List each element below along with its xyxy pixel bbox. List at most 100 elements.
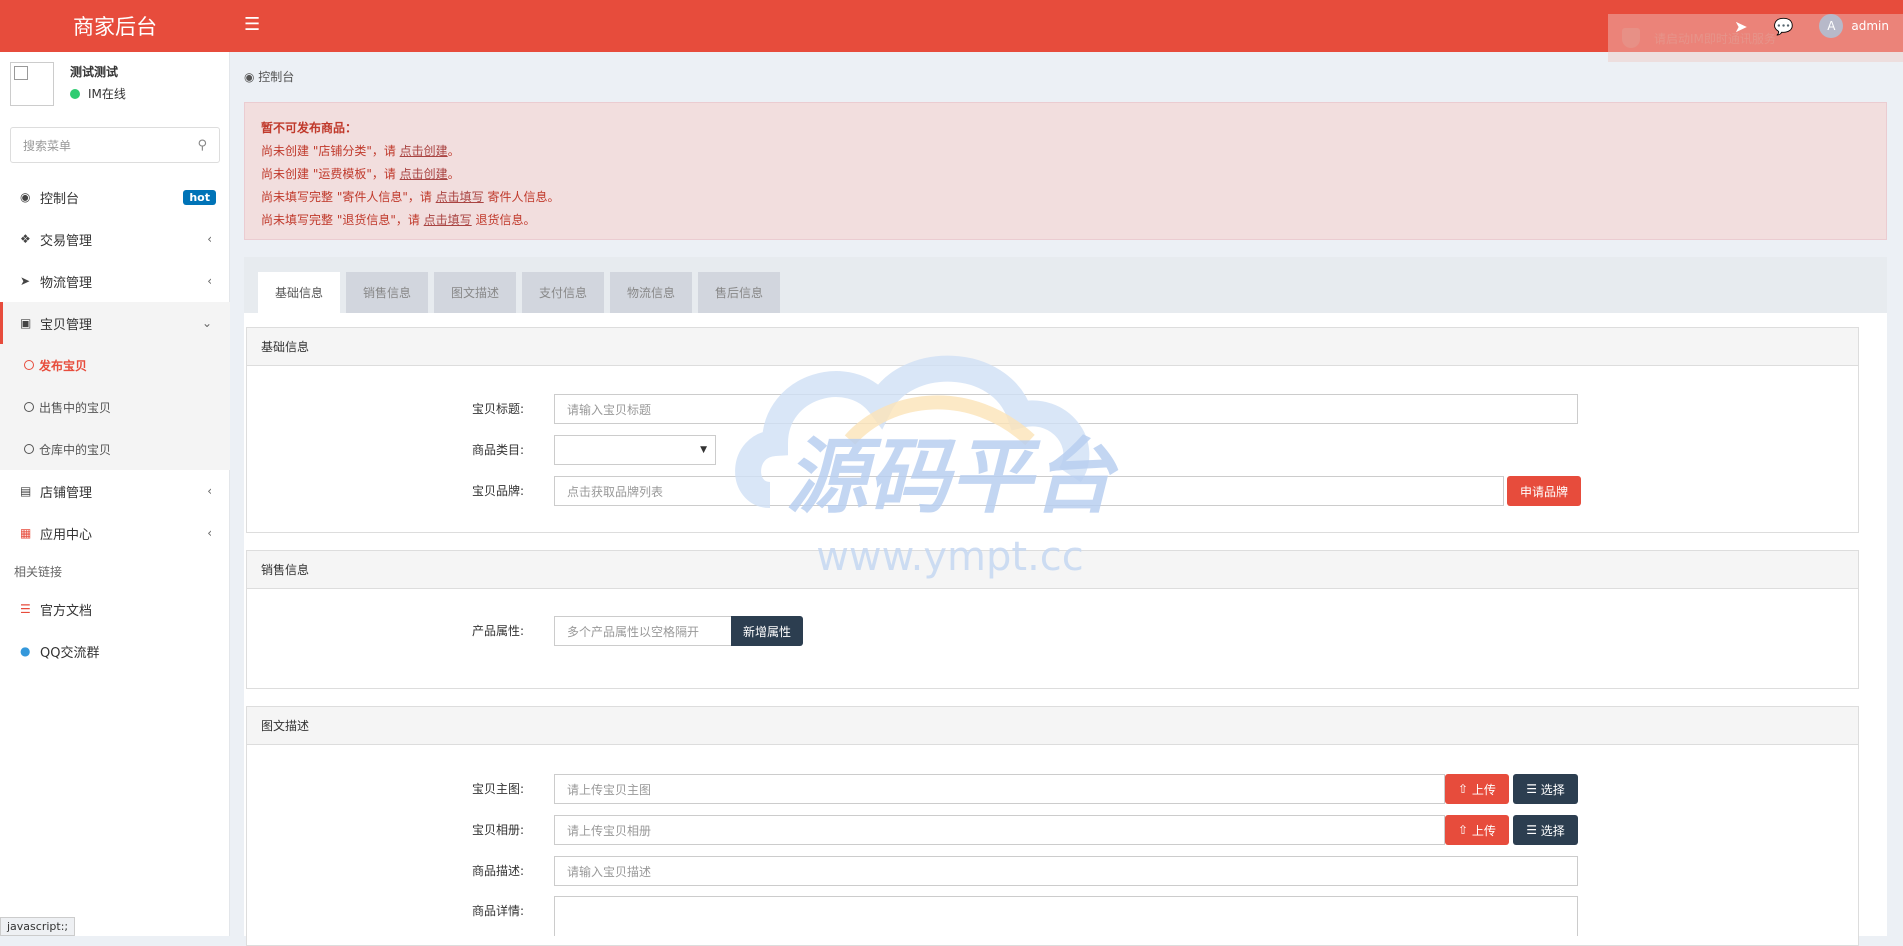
category-select[interactable]: ▼ — [554, 435, 716, 465]
goods-title-label: 宝贝标题: — [471, 402, 524, 416]
button-label: 上传 — [1471, 823, 1496, 838]
alert-text: 。 — [447, 144, 460, 158]
submenu-publish-goods[interactable]: 发布宝贝 — [0, 344, 230, 386]
upload-main-image-button[interactable]: ⇧ 上传 — [1445, 774, 1509, 804]
paper-plane-icon[interactable]: ➤ — [1734, 17, 1747, 36]
submenu-label: 仓库中的宝贝 — [39, 442, 112, 457]
input-placeholder: 请输入宝贝描述 — [567, 864, 652, 879]
shield-icon — [1622, 28, 1640, 48]
create-shop-category-link[interactable]: 点击创建 — [400, 144, 448, 158]
product-attr-input[interactable]: 多个产品属性以空格隔开 — [554, 616, 732, 646]
sidebar-item-label: 物流管理 — [40, 275, 93, 291]
sidebar-item-docs[interactable]: ☰ 官方文档 — [0, 588, 230, 630]
chat-icon[interactable]: 💬 — [1773, 17, 1793, 36]
choose-album-button[interactable]: ☰ 选择 — [1513, 815, 1578, 845]
input-placeholder: 请上传宝贝相册 — [567, 823, 652, 838]
button-label: 选择 — [1540, 823, 1565, 838]
publish-warning-alert: 暂不可发布商品： 尚未创建 "店铺分类"，请 点击创建。 尚未创建 "运费模板"… — [244, 102, 1887, 240]
sidebar-item-apps[interactable]: ▦ 应用中心 ‹ — [0, 512, 230, 554]
tab-after-sales-info[interactable]: 售后信息 — [698, 272, 780, 313]
sidebar-item-trade[interactable]: ❖ 交易管理 ‹ — [0, 218, 230, 260]
goods-detail-editor[interactable] — [554, 896, 1578, 936]
alert-text: 尚未创建 "店铺分类"，请 — [261, 144, 400, 158]
submenu-on-sale-goods[interactable]: 出售中的宝贝 — [0, 386, 230, 428]
sidebar-item-label: QQ交流群 — [40, 645, 100, 661]
input-placeholder: 请上传宝贝主图 — [567, 782, 652, 797]
album-label: 宝贝相册: — [471, 823, 524, 837]
list-icon: ☰ — [20, 602, 31, 616]
user-avatar-image — [10, 62, 54, 106]
sidebar-item-goods[interactable]: ▣ 宝贝管理 ⌄ — [0, 302, 230, 344]
circle-icon — [24, 402, 34, 412]
add-attr-button[interactable]: 新增属性 — [731, 616, 803, 646]
sidebar-item-dashboard[interactable]: ◉ 控制台 hot — [0, 176, 230, 218]
alert-title: 暂不可发布商品： — [261, 121, 358, 135]
user-status-text: IM在线 — [88, 87, 126, 101]
list-icon: ☰ — [1526, 782, 1541, 796]
brand-input[interactable]: 点击获取品牌列表 — [554, 476, 1504, 506]
alert-line: 尚未创建 "运费模板"，请 点击创建。 — [261, 163, 1870, 186]
alert-line: 尚未创建 "店铺分类"，请 点击创建。 — [261, 140, 1870, 163]
sales-info-panel: 销售信息 — [246, 550, 1859, 689]
submenu-label: 出售中的宝贝 — [39, 400, 112, 415]
sidebar-item-label: 交易管理 — [40, 233, 93, 249]
create-freight-template-link[interactable]: 点击创建 — [400, 167, 448, 181]
main-image-label: 宝贝主图: — [471, 782, 524, 796]
tab-logistics-info[interactable]: 物流信息 — [610, 272, 692, 313]
app-title: 商家后台 — [73, 15, 157, 39]
links-header: 相关链接 — [14, 564, 63, 579]
chevron-left-icon: ‹ — [207, 274, 212, 288]
album-input[interactable]: 请上传宝贝相册 — [554, 815, 1445, 845]
menu-search-placeholder: 搜索菜单 — [23, 138, 72, 153]
submenu-warehouse-goods[interactable]: 仓库中的宝贝 — [0, 428, 230, 470]
apply-brand-button[interactable]: 申请品牌 — [1507, 476, 1581, 506]
rocket-icon: ➤ — [20, 274, 31, 288]
alert-text: 退货信息。 — [471, 213, 536, 227]
qq-icon: ● — [20, 644, 31, 658]
upload-icon: ⇧ — [1458, 823, 1472, 837]
tab-basic-info[interactable]: 基础信息 — [258, 272, 340, 313]
button-label: 上传 — [1471, 782, 1496, 797]
fill-sender-info-link[interactable]: 点击填写 — [436, 190, 484, 204]
top-navbar: ☰ 请启动IM即时通讯服务 ➤ 💬 A admin — [230, 0, 1903, 62]
hot-badge: hot — [183, 189, 216, 205]
breadcrumb-label[interactable]: 控制台 — [258, 70, 294, 84]
main-image-input[interactable]: 请上传宝贝主图 — [554, 774, 1445, 804]
app-logo[interactable]: 商家后台 — [0, 0, 230, 52]
online-dot-icon — [70, 88, 80, 99]
tab-payment-info[interactable]: 支付信息 — [522, 272, 604, 313]
sidebar-item-label: 宝贝管理 — [40, 317, 93, 333]
avatar: A — [1819, 14, 1844, 38]
sidebar-item-shop[interactable]: ▤ 店铺管理 ‹ — [0, 470, 230, 512]
alert-line: 尚未填写完整 "退货信息"，请 点击填写 退货信息。 — [261, 209, 1870, 232]
button-label: 选择 — [1540, 782, 1565, 797]
user-menu[interactable]: A admin — [1819, 14, 1889, 38]
form-tabs: 基础信息 销售信息 图文描述 支付信息 物流信息 售后信息 — [244, 257, 1887, 313]
circle-icon — [24, 360, 34, 370]
sidebar-item-logistics[interactable]: ➤ 物流管理 ‹ — [0, 260, 230, 302]
fill-return-info-link[interactable]: 点击填写 — [424, 213, 472, 227]
leaf-icon: ❖ — [20, 232, 31, 246]
dashboard-icon: ◉ — [244, 70, 259, 84]
grid-icon: ▦ — [20, 526, 32, 540]
alert-line: 尚未填写完整 "寄件人信息"，请 点击填写 寄件人信息。 — [261, 186, 1870, 209]
broken-image-icon — [14, 66, 28, 80]
panel-title: 图文描述 — [247, 707, 1858, 745]
tab-description[interactable]: 图文描述 — [434, 272, 516, 313]
brand-label: 宝贝品牌: — [471, 484, 524, 498]
goods-desc-label: 商品描述: — [471, 864, 524, 878]
panel-title: 基础信息 — [247, 328, 1858, 366]
archive-icon: ▤ — [20, 484, 32, 498]
sidebar-item-qq-group[interactable]: ● QQ交流群 — [0, 630, 230, 672]
menu-search-input[interactable]: 搜索菜单 ⚲ — [10, 127, 220, 163]
search-icon[interactable]: ⚲ — [197, 138, 207, 153]
chevron-left-icon: ‹ — [207, 484, 212, 498]
goods-title-input[interactable]: 请输入宝贝标题 — [554, 394, 1578, 424]
goods-desc-input[interactable]: 请输入宝贝描述 — [554, 856, 1578, 886]
tab-sales-info[interactable]: 销售信息 — [346, 272, 428, 313]
input-placeholder: 多个产品属性以空格隔开 — [567, 624, 700, 639]
sidebar-toggle-icon[interactable]: ☰ — [244, 14, 260, 35]
choose-main-image-button[interactable]: ☰ 选择 — [1513, 774, 1578, 804]
upload-album-button[interactable]: ⇧ 上传 — [1445, 815, 1509, 845]
caret-down-icon: ▼ — [700, 445, 707, 455]
